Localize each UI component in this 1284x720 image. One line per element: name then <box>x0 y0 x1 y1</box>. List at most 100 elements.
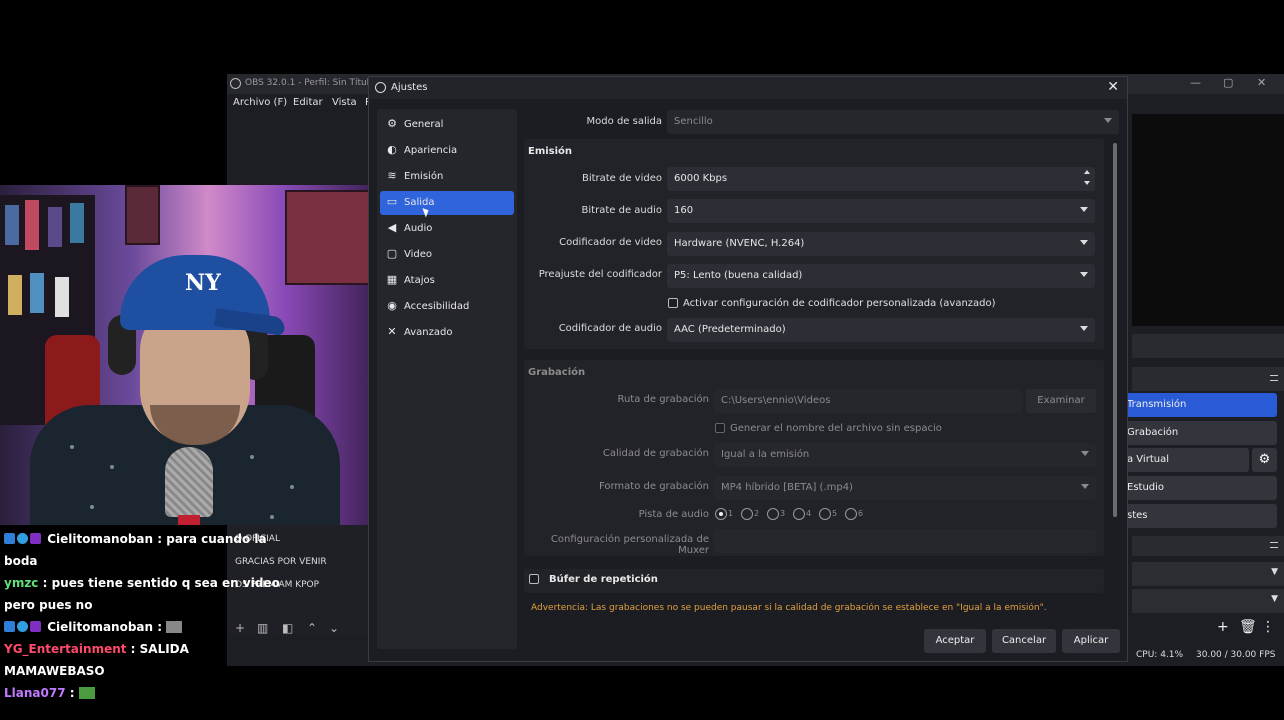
close-icon[interactable]: ✕ <box>1257 76 1266 89</box>
fps-readout: 30.00 / 30.00 FPS <box>1196 650 1276 660</box>
maximize-icon[interactable]: ▢ <box>1223 76 1233 89</box>
chevron-down-icon <box>1080 272 1088 277</box>
replay-buffer-label: Búfer de repetición <box>549 574 658 585</box>
chat-username: Cielitomanoban <box>47 532 154 546</box>
emission-group-title: Emisión <box>528 146 573 157</box>
obs-preview <box>1132 114 1284 326</box>
accept-button[interactable]: Aceptar <box>924 629 986 653</box>
settings-scrollbar[interactable] <box>1113 143 1117 517</box>
audio-track-radio[interactable] <box>715 508 727 520</box>
dropdown-row[interactable]: ▼ <box>1132 562 1284 586</box>
dock-header <box>1132 334 1284 358</box>
dropdown-row[interactable]: ▼ <box>1132 589 1284 613</box>
nav-item-general[interactable]: ⚙ General <box>380 113 514 137</box>
recording-quality-select[interactable]: Igual a la emisión <box>714 443 1096 467</box>
start-recording-button[interactable]: Grabación <box>1119 421 1277 445</box>
spin-down-icon[interactable] <box>1084 181 1090 185</box>
audio-encoder-select[interactable]: AAC (Predeterminado) <box>667 318 1095 342</box>
apply-button[interactable]: Aplicar <box>1062 629 1120 653</box>
output-mode-label: Modo de salida <box>586 116 662 127</box>
minimize-icon[interactable]: — <box>1190 76 1201 89</box>
video-encoder-select[interactable]: Hardware (NVENC, H.264) <box>667 232 1095 256</box>
keyboard-icon: ▦ <box>386 273 398 286</box>
cpu-usage: CPU: 4.1% <box>1136 650 1184 660</box>
close-icon[interactable]: ✕ <box>1107 79 1119 95</box>
scrollbar-thumb[interactable] <box>1113 143 1117 517</box>
replay-buffer-checkbox[interactable] <box>529 574 539 584</box>
tools-icon: ✕ <box>387 325 397 338</box>
start-streaming-button[interactable]: Transmisión <box>1119 393 1277 417</box>
dock-menu-icon[interactable] <box>1270 375 1278 381</box>
audio-track-radio[interactable] <box>845 508 857 520</box>
nav-item-salida[interactable]: ▭ Salida <box>380 191 514 215</box>
chat-username: ymzc <box>4 576 39 590</box>
nav-item-audio[interactable]: ◀ Audio <box>380 217 514 241</box>
muxer-settings-input[interactable] <box>714 529 1096 553</box>
no-space-filename-checkbox[interactable] <box>715 423 725 433</box>
recording-path-input[interactable]: C:\Users\ennio\Videos <box>714 389 1022 413</box>
settings-nav: ⚙ General ◐ Apariencia ≋ Emisión ▭ Salida ◀ A… <box>377 109 517 649</box>
recording-format-label: Formato de grabación <box>598 481 709 492</box>
browse-button[interactable]: Examinar <box>1026 389 1096 413</box>
monitor-icon: ▢ <box>386 247 398 260</box>
palette-icon: ◐ <box>387 143 397 156</box>
book <box>55 277 69 317</box>
accessibility-icon: ◉ <box>387 299 397 312</box>
book <box>25 200 39 250</box>
nav-item-apariencia[interactable]: ◐ Apariencia <box>380 139 514 163</box>
virtual-camera-settings-icon[interactable]: ⚙ <box>1252 448 1277 472</box>
menu-vista[interactable]: Vista <box>332 97 357 108</box>
badge-icon <box>4 621 15 632</box>
chat-text: SALIDA <box>139 642 189 656</box>
cancel-button[interactable]: Cancelar <box>992 629 1056 653</box>
chat-message: ymzc : pues tiene sentido q sea en video <box>4 576 280 590</box>
chat-message: Llana077 : <box>4 682 304 704</box>
chat-message-cont: MAMAWEBASO <box>4 664 105 678</box>
recording-group-title: Grabación <box>528 367 586 378</box>
audio-encoder-label: Codificador de audio <box>558 323 662 334</box>
chat-text: para cuando la <box>166 532 267 546</box>
recording-format-select[interactable]: MP4 híbrido [BETA] (.mp4) <box>714 476 1096 500</box>
status-bar: CPU: 4.1% 30.00 / 30.00 FPS <box>1132 646 1284 666</box>
badge-icon <box>17 533 28 544</box>
studio-mode-button[interactable]: Estudio <box>1119 476 1277 500</box>
encoder-preset-select[interactable]: P5: Lento (buena calidad) <box>667 264 1095 288</box>
chat-message: YG_Entertainment : SALIDA <box>4 642 189 656</box>
virtual-camera-button[interactable]: a Virtual <box>1119 448 1249 472</box>
audio-track-radio[interactable] <box>793 508 805 520</box>
trash-icon[interactable]: 🗑 <box>1239 619 1257 635</box>
audio-track-radio[interactable] <box>767 508 779 520</box>
emote-icon <box>166 621 183 633</box>
dock-menu-icon[interactable] <box>1270 542 1278 548</box>
chat-message-cont: pero pues no <box>4 598 93 612</box>
chevron-down-icon[interactable]: ⌄ <box>329 621 339 635</box>
output-mode-select[interactable]: Sencillo <box>667 110 1119 134</box>
gear-icon: ⚙ <box>387 117 397 130</box>
audio-bitrate-select[interactable]: 160 <box>667 199 1095 223</box>
badge-icon <box>4 533 15 544</box>
custom-encoder-checkbox[interactable] <box>668 298 678 308</box>
badge-icon <box>30 533 41 544</box>
book <box>30 273 44 313</box>
audio-track-radio[interactable] <box>741 508 753 520</box>
settings-button[interactable]: stes <box>1119 504 1277 528</box>
muxer-settings-label: Configuración personalizada de Muxer <box>550 534 709 556</box>
spin-up-icon[interactable] <box>1084 170 1090 174</box>
nav-item-video[interactable]: ▢ Video <box>380 243 514 267</box>
more-icon[interactable]: ⋮ <box>1261 619 1275 635</box>
menu-archivo[interactable]: Archivo (F) <box>233 97 287 108</box>
menu-editar[interactable]: Editar <box>293 97 323 108</box>
emote-icon <box>78 687 95 699</box>
audio-track-radio[interactable] <box>819 508 831 520</box>
chevron-up-icon[interactable]: ⌃ <box>307 621 317 635</box>
audio-track-label: Pista de audio <box>638 509 709 520</box>
badge-icon <box>30 621 41 632</box>
nav-item-avanzado[interactable]: ✕ Avanzado <box>380 321 514 345</box>
no-space-filename-label: Generar el nombre del archivo sin espaci… <box>730 423 942 434</box>
add-icon[interactable]: + <box>1217 619 1229 635</box>
nav-item-atajos[interactable]: ▦ Atajos <box>380 269 514 293</box>
book <box>8 275 22 315</box>
nav-item-emision[interactable]: ≋ Emisión <box>380 165 514 189</box>
video-bitrate-spinbox[interactable]: 6000 Kbps <box>667 167 1095 191</box>
nav-item-accesibilidad[interactable]: ◉ Accesibilidad <box>380 295 514 319</box>
